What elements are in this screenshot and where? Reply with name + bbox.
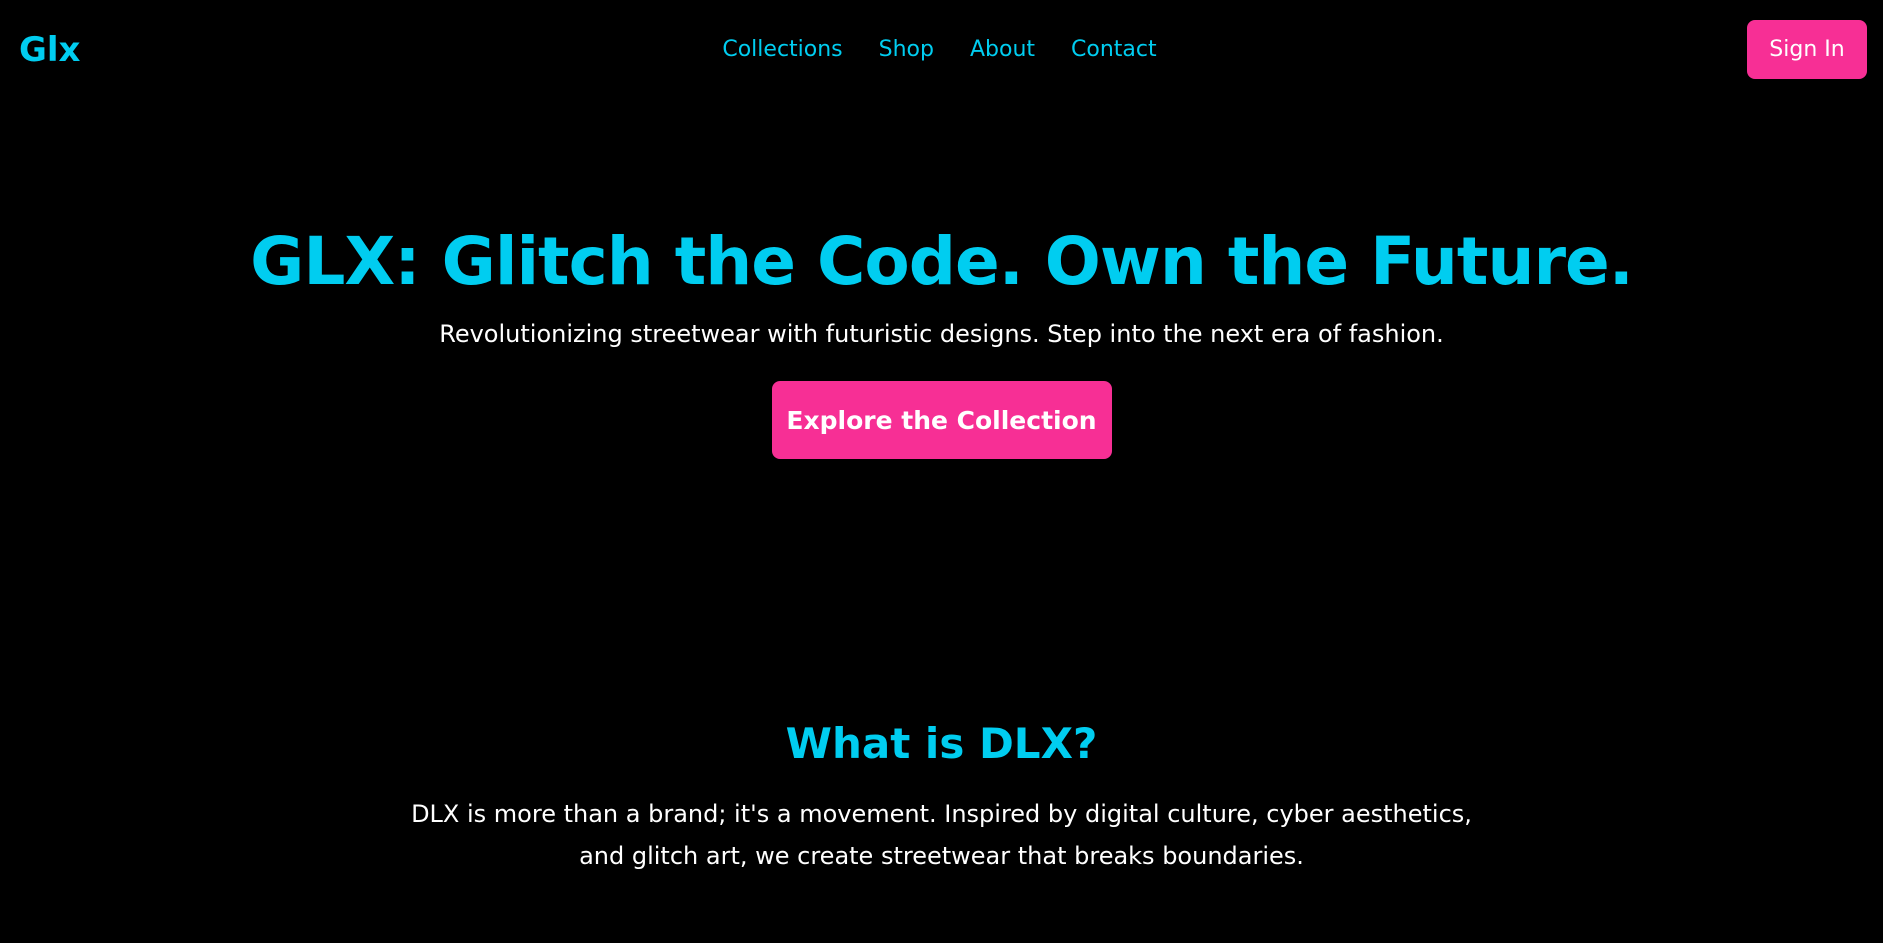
nav-link-shop[interactable]: Shop (879, 34, 934, 66)
main-nav: Collections Shop About Contact (0, 34, 1883, 66)
nav-link-contact[interactable]: Contact (1071, 34, 1157, 66)
hero-subtitle: Revolutionizing streetwear with futurist… (439, 320, 1444, 348)
hero-section: GLX: Glitch the Code. Own the Future. Re… (0, 222, 1883, 459)
nav-link-about[interactable]: About (970, 34, 1035, 66)
about-body: DLX is more than a brand; it's a movemen… (411, 800, 1472, 870)
sign-in-button[interactable]: Sign In (1747, 20, 1867, 79)
hero-title: GLX: Glitch the Code. Own the Future. (250, 223, 1634, 300)
about-section: What is DLX? DLX is more than a brand; i… (0, 717, 1883, 877)
nav-link-collections[interactable]: Collections (722, 34, 842, 66)
nav-links: Collections Shop About Contact (722, 34, 1156, 66)
explore-collection-button[interactable]: Explore the Collection (771, 381, 1112, 459)
about-title: What is DLX? (785, 719, 1098, 768)
